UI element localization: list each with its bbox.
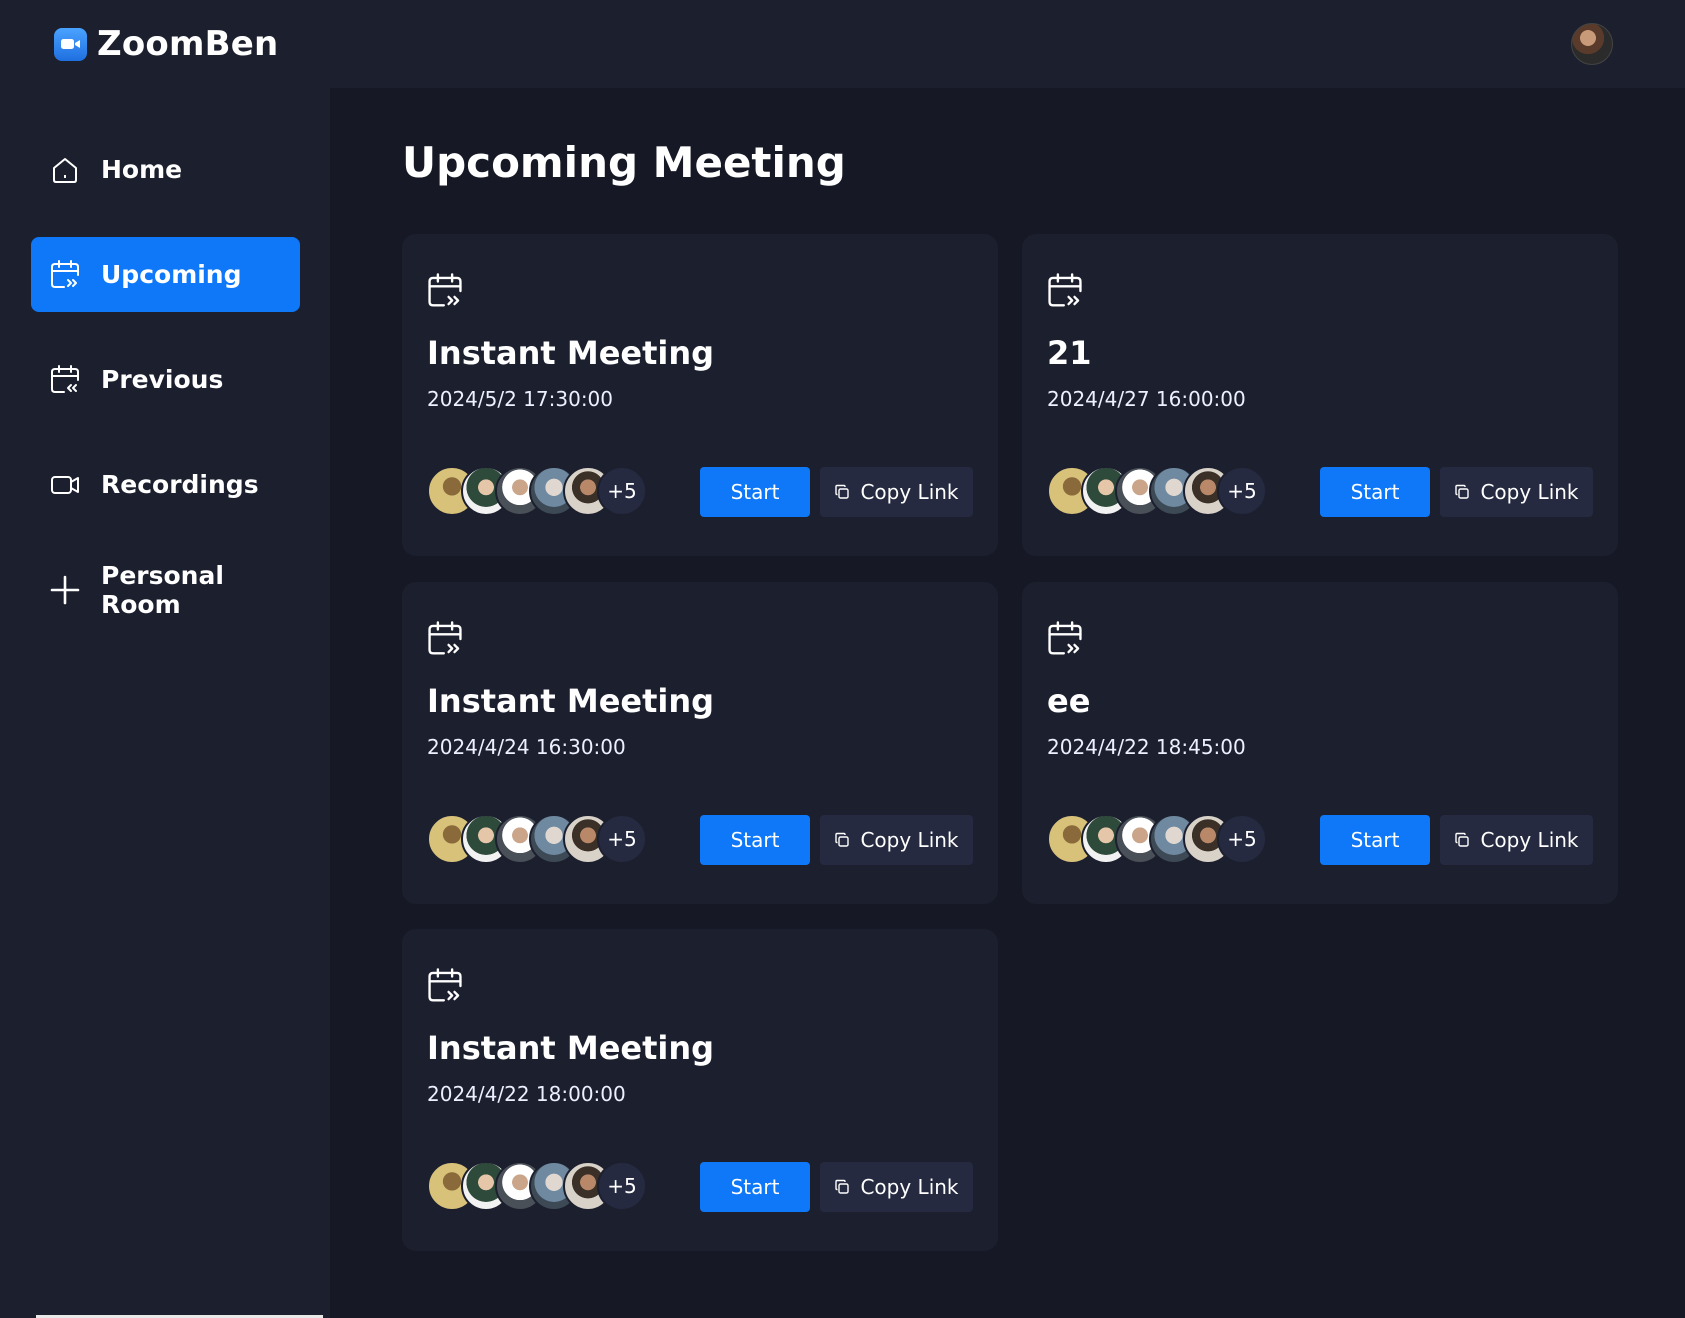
meeting-card: 21 2024/4/27 16:00:00 +5 Start Copy Link bbox=[1022, 234, 1618, 556]
sidebar-item-previous[interactable]: Previous bbox=[31, 342, 300, 417]
start-button[interactable]: Start bbox=[700, 1162, 810, 1212]
meeting-title: Instant Meeting bbox=[427, 682, 715, 720]
copy-link-label: Copy Link bbox=[860, 1175, 959, 1199]
more-attendees-count: +5 bbox=[1217, 814, 1267, 864]
start-button[interactable]: Start bbox=[700, 815, 810, 865]
copy-link-label: Copy Link bbox=[1480, 828, 1579, 852]
meeting-date: 2024/4/24 16:30:00 bbox=[427, 735, 626, 759]
sidebar-item-upcoming[interactable]: Upcoming bbox=[31, 237, 300, 312]
home-icon bbox=[49, 154, 81, 186]
attendee-avatars: +5 bbox=[427, 814, 647, 864]
calendar-upcoming-icon bbox=[1048, 273, 1082, 307]
sidebar-item-label: Previous bbox=[101, 365, 224, 394]
sidebar-item-label: Upcoming bbox=[101, 260, 242, 289]
copy-icon bbox=[835, 1179, 850, 1194]
video-icon bbox=[49, 469, 81, 501]
copy-icon bbox=[835, 484, 850, 499]
plus-icon bbox=[49, 574, 81, 606]
app-window: ZoomBen Home Upcoming Previous Recording… bbox=[0, 0, 1685, 1318]
attendee-avatars: +5 bbox=[427, 1161, 647, 1211]
calendar-upcoming-icon bbox=[49, 259, 81, 291]
meeting-card: Instant Meeting 2024/4/24 16:30:00 +5 St… bbox=[402, 582, 998, 904]
calendar-upcoming-icon bbox=[428, 621, 462, 655]
calendar-upcoming-icon bbox=[428, 273, 462, 307]
copy-link-button[interactable]: Copy Link bbox=[1440, 815, 1593, 865]
copy-icon bbox=[1455, 484, 1470, 499]
calendar-previous-icon bbox=[49, 364, 81, 396]
user-avatar[interactable] bbox=[1571, 23, 1613, 65]
meeting-date: 2024/4/22 18:00:00 bbox=[427, 1082, 626, 1106]
copy-link-button[interactable]: Copy Link bbox=[820, 1162, 973, 1212]
start-button[interactable]: Start bbox=[1320, 467, 1430, 517]
meeting-date: 2024/4/22 18:45:00 bbox=[1047, 735, 1246, 759]
more-attendees-count: +5 bbox=[597, 1161, 647, 1211]
top-bar: ZoomBen bbox=[0, 0, 1685, 88]
sidebar-item-recordings[interactable]: Recordings bbox=[31, 447, 300, 522]
zoom-logo-icon bbox=[54, 27, 87, 61]
start-button[interactable]: Start bbox=[1320, 815, 1430, 865]
meeting-title: Instant Meeting bbox=[427, 334, 715, 372]
more-attendees-count: +5 bbox=[1217, 466, 1267, 516]
attendee-avatars: +5 bbox=[1047, 466, 1267, 516]
main-content: Upcoming Meeting Instant Meeting 2024/5/… bbox=[330, 88, 1685, 1318]
sidebar-item-label: Personal Room bbox=[101, 560, 224, 619]
copy-link-label: Copy Link bbox=[860, 828, 959, 852]
copy-link-label: Copy Link bbox=[1480, 480, 1579, 504]
brand[interactable]: ZoomBen bbox=[54, 24, 278, 64]
meeting-title: Instant Meeting bbox=[427, 1029, 715, 1067]
page-title: Upcoming Meeting bbox=[402, 138, 846, 187]
sidebar-item-personal-room[interactable]: Personal Room bbox=[31, 552, 300, 627]
more-attendees-count: +5 bbox=[597, 466, 647, 516]
meeting-date: 2024/4/27 16:00:00 bbox=[1047, 387, 1246, 411]
meeting-title: 21 bbox=[1047, 334, 1092, 372]
meeting-card: ee 2024/4/22 18:45:00 +5 Start Copy Link bbox=[1022, 582, 1618, 904]
app-name: ZoomBen bbox=[97, 24, 279, 64]
attendee-avatars: +5 bbox=[1047, 814, 1267, 864]
calendar-upcoming-icon bbox=[1048, 621, 1082, 655]
more-attendees-count: +5 bbox=[597, 814, 647, 864]
copy-link-button[interactable]: Copy Link bbox=[1440, 467, 1593, 517]
copy-link-button[interactable]: Copy Link bbox=[820, 467, 973, 517]
sidebar-item-home[interactable]: Home bbox=[31, 132, 300, 207]
copy-icon bbox=[1455, 832, 1470, 847]
start-button[interactable]: Start bbox=[700, 467, 810, 517]
meeting-date: 2024/5/2 17:30:00 bbox=[427, 387, 614, 411]
sidebar-item-label: Home bbox=[101, 155, 183, 184]
calendar-upcoming-icon bbox=[428, 968, 462, 1002]
meeting-card: Instant Meeting 2024/4/22 18:00:00 +5 St… bbox=[402, 929, 998, 1251]
copy-link-label: Copy Link bbox=[860, 480, 959, 504]
meeting-card: Instant Meeting 2024/5/2 17:30:00 +5 Sta… bbox=[402, 234, 998, 556]
sidebar-item-label: Recordings bbox=[101, 470, 259, 499]
copy-link-button[interactable]: Copy Link bbox=[820, 815, 973, 865]
attendee-avatars: +5 bbox=[427, 466, 647, 516]
sidebar: Home Upcoming Previous Recordings Person… bbox=[0, 88, 330, 1318]
copy-icon bbox=[835, 832, 850, 847]
meeting-title: ee bbox=[1047, 682, 1091, 720]
